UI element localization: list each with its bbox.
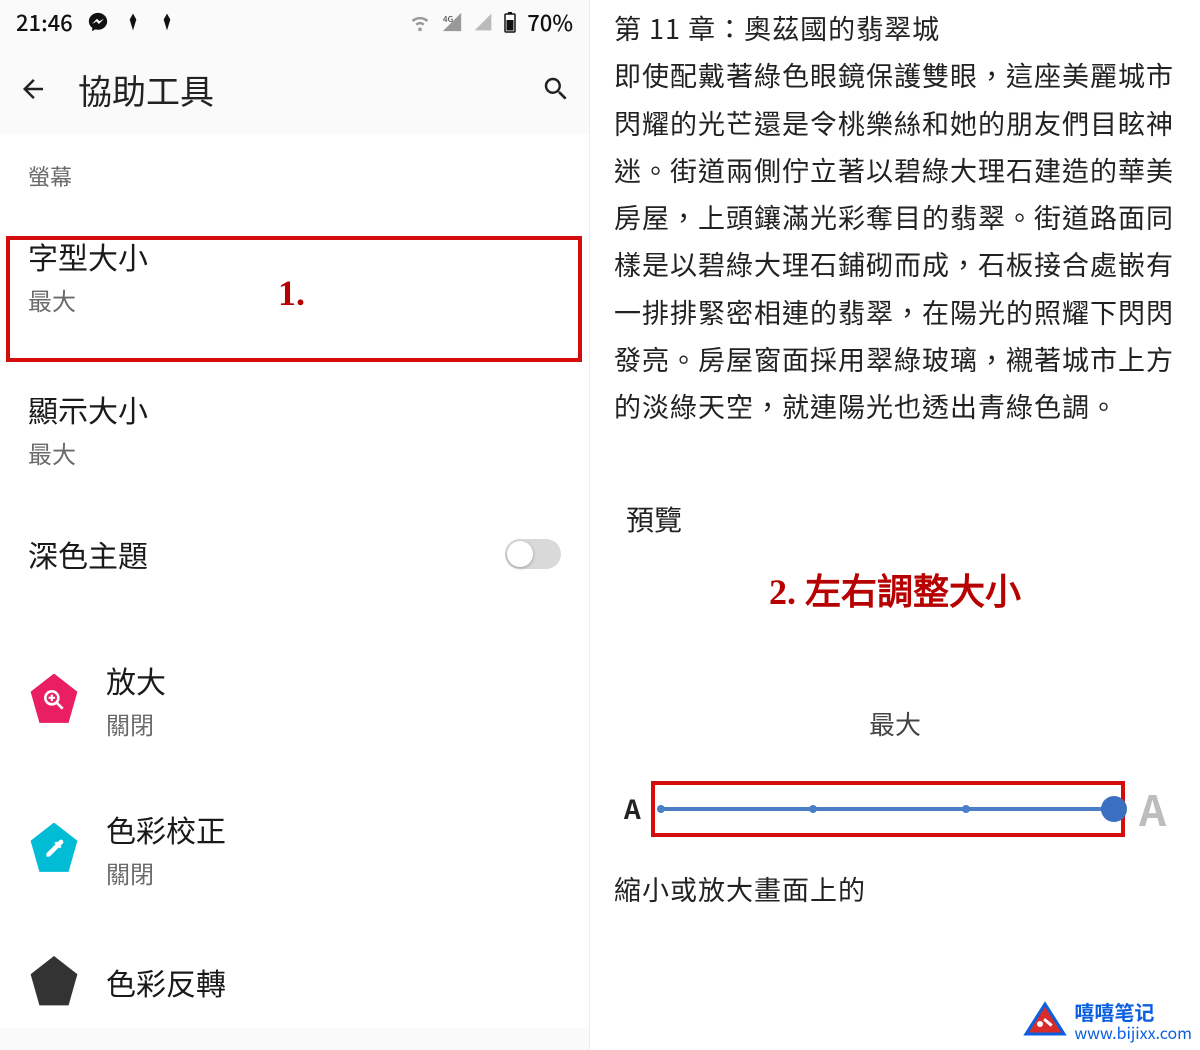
item-color-invert[interactable]: 色彩反轉 [0, 938, 589, 1028]
item-title: 色彩反轉 [106, 960, 226, 1004]
search-icon[interactable] [541, 74, 571, 104]
font-size-slider[interactable] [657, 807, 1119, 811]
slider-description: 縮小或放大畫面上的 [614, 869, 1176, 908]
preview-passage: 第 11 章：奧茲國的翡翠城 即使配戴著綠色眼鏡保護雙眼，這座美麗城市閃耀的光芒… [614, 0, 1176, 429]
slider-thumb[interactable] [1101, 796, 1127, 822]
font-size-slider-area: 最大 A A [614, 705, 1176, 839]
svg-text:4G: 4G [443, 13, 454, 25]
magnify-icon [28, 674, 80, 726]
app-toolbar: 協助工具 [0, 44, 589, 134]
item-subtitle: 關閉 [106, 706, 166, 741]
status-bar: 21:46 4G 70% [0, 0, 589, 44]
notification-icon-2 [157, 12, 177, 32]
slider-max-label: A [1139, 778, 1166, 839]
invert-icon [28, 956, 80, 1008]
item-title: 顯示大小 [28, 387, 148, 431]
battery-percent: 70% [527, 6, 573, 38]
item-font-size[interactable]: 字型大小 最大 [0, 210, 589, 345]
chapter-heading: 第 11 章：奧茲國的翡翠城 [614, 8, 940, 47]
settings-list: 螢幕 字型大小 最大 顯示大小 最大 深色主題 [0, 134, 589, 1028]
wifi-icon [409, 11, 431, 33]
eyedropper-icon [28, 823, 80, 875]
back-icon[interactable] [18, 74, 48, 104]
signal-4g-icon: 4G [441, 11, 463, 33]
preview-section-label: 預覽 [614, 499, 1176, 539]
signal-icon [473, 12, 493, 32]
item-subtitle: 最大 [28, 435, 148, 470]
watermark-url: www.bijixx.com [1074, 1023, 1192, 1041]
item-display-size[interactable]: 顯示大小 最大 [0, 369, 589, 490]
item-magnify[interactable]: 放大 關閉 [0, 640, 589, 761]
watermark-logo-icon [1022, 998, 1068, 1044]
slider-state-label: 最大 [614, 705, 1176, 742]
item-title: 深色主題 [28, 532, 148, 576]
item-color-correction[interactable]: 色彩校正 關閉 [0, 789, 589, 910]
item-title: 色彩校正 [106, 807, 226, 851]
notification-icon [123, 12, 143, 32]
item-title: 放大 [106, 658, 166, 702]
section-header-screen: 螢幕 [0, 134, 589, 210]
status-time: 21:46 [16, 6, 73, 38]
watermark: 嘻嘻笔记 www.bijixx.com [1022, 998, 1192, 1044]
item-subtitle: 最大 [28, 282, 148, 317]
passage-body: 即使配戴著綠色眼鏡保護雙眼，這座美麗城市閃耀的光芒還是令桃樂絲和她的朋友們目眩神… [614, 55, 1174, 425]
page-title: 協助工具 [78, 65, 214, 114]
item-title: 字型大小 [28, 234, 148, 278]
annotation-label-2: 2. 左右調整大小 [614, 563, 1176, 615]
item-subtitle: 關閉 [106, 855, 226, 890]
messenger-icon [87, 11, 109, 33]
settings-screen: 21:46 4G 70% [0, 0, 590, 1050]
dark-theme-toggle[interactable] [505, 539, 561, 569]
font-size-preview-screen: 第 11 章：奧茲國的翡翠城 即使配戴著綠色眼鏡保護雙眼，這座美麗城市閃耀的光芒… [590, 0, 1200, 1050]
battery-icon [503, 11, 517, 33]
item-dark-theme[interactable]: 深色主題 [0, 514, 589, 596]
slider-min-label: A [624, 790, 641, 827]
